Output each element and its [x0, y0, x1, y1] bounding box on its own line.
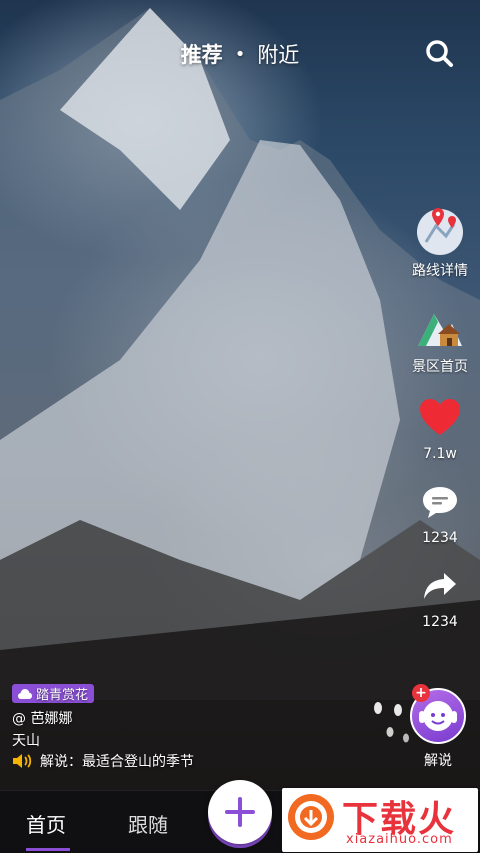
video-screen[interactable]: 推荐 • 附近 路线详情 景区首页 7.1w 1234 1234 踏青赏花 @ … [0, 0, 480, 853]
share-button[interactable]: 1234 [410, 562, 470, 630]
nav-separator: • [234, 43, 246, 65]
narrator-face-icon [419, 701, 457, 731]
audio-caption-row[interactable]: 解说：最适合登山的季节 [12, 752, 194, 770]
footprints-icon [374, 702, 409, 743]
narrator-avatar: + [410, 684, 466, 744]
plus-icon [225, 797, 255, 827]
topic-tag-label: 踏青赏花 [36, 688, 89, 703]
share-arrow-icon [416, 562, 464, 610]
search-icon [426, 40, 453, 67]
watermark-banner: 下载火 xiazaihuo.com [282, 788, 478, 852]
cloud-icon [18, 688, 32, 699]
tab-home[interactable]: 首页 [26, 809, 66, 838]
tab-nearby[interactable]: 附近 [257, 39, 299, 69]
map-pin-icon [416, 208, 464, 256]
create-post-button[interactable] [208, 780, 272, 844]
scenic-home-label: 景区首页 [412, 359, 468, 375]
comment-button[interactable]: 1234 [410, 478, 470, 546]
narration-label: 解说 [424, 753, 452, 769]
heart-icon [416, 394, 464, 442]
speaker-icon [13, 753, 32, 768]
scenic-house-icon [416, 304, 464, 352]
watermark-logo-icon [288, 794, 334, 840]
watermark-domain: xiazaihuo.com [346, 832, 453, 847]
tab-recommended[interactable]: 推荐 [181, 39, 223, 69]
comment-count: 1234 [422, 530, 458, 546]
topic-tag[interactable]: 踏青赏花 [12, 684, 95, 703]
follow-plus-badge[interactable]: + [412, 684, 430, 702]
like-count: 7.1w [423, 446, 457, 462]
tab-active-indicator [26, 848, 70, 851]
audio-caption: 解说：最适合登山的季节 [40, 753, 194, 770]
tab-follow[interactable]: 跟随 [128, 809, 168, 838]
like-button[interactable]: 7.1w [410, 394, 470, 462]
post-info: 踏青赏花 @ 芭娜娜 天山 解说：最适合登山的季节 [12, 684, 194, 770]
route-details-label: 路线详情 [412, 263, 468, 279]
search-button[interactable] [424, 38, 454, 68]
route-details-button[interactable]: 路线详情 [410, 208, 470, 280]
comment-icon [416, 478, 464, 526]
top-nav: 推荐 • 附近 [0, 38, 480, 70]
narration-button[interactable]: + 解说 [408, 684, 468, 770]
location-name: 天山 [12, 732, 40, 749]
scenic-home-button[interactable]: 景区首页 [410, 304, 470, 376]
share-count: 1234 [422, 614, 458, 630]
author-name[interactable]: @ 芭娜娜 [12, 708, 194, 727]
